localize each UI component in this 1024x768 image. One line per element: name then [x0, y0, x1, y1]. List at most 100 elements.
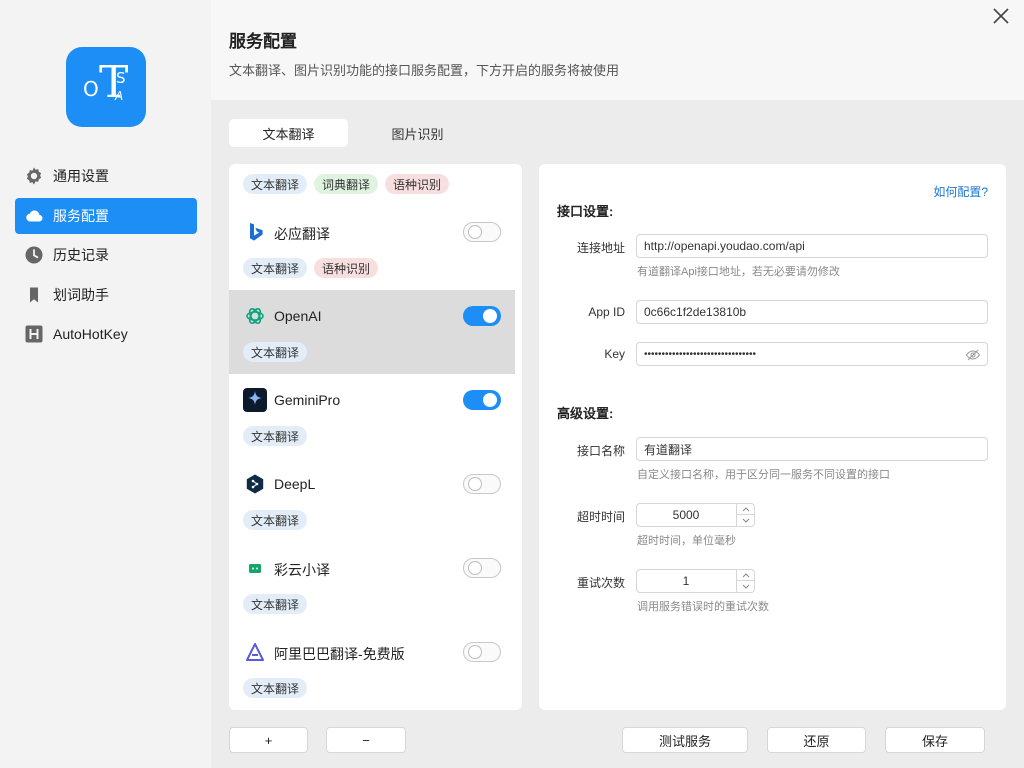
sidebar-item-service[interactable]: 服务配置 — [15, 198, 197, 234]
key-field[interactable]: •••••••••••••••••••••••••••••••• — [636, 342, 988, 366]
autohotkey-icon — [24, 324, 44, 344]
tag: 文本翻译 — [243, 678, 308, 698]
service-list: 文本翻译 词典翻译 语种识别 必应翻译 文本翻译 语种识别 OpenAI 文本翻… — [229, 164, 522, 710]
logo-letter-a: A — [115, 89, 124, 103]
appid-field[interactable]: 0c66c1f2de13810b — [636, 300, 988, 324]
logo-letter-o: O — [83, 77, 99, 101]
bookmark-icon — [24, 285, 44, 305]
list-item[interactable]: 必应翻译 文本翻译 语种识别 — [229, 206, 515, 290]
service-toggle[interactable] — [463, 390, 501, 410]
tag-group: 文本翻译 — [243, 426, 308, 446]
gear-icon — [24, 166, 44, 186]
page-title: 服务配置 — [229, 32, 297, 51]
openai-icon — [243, 304, 267, 328]
timeout-label: 超时时间 — [576, 510, 625, 524]
gemini-icon — [243, 388, 267, 412]
service-toggle[interactable] — [463, 474, 501, 494]
tag-group: 文本翻译 语种识别 — [243, 258, 379, 278]
sidebar-item-autohotkey[interactable]: AutoHotKey — [15, 316, 197, 352]
chevron-down-icon[interactable] — [736, 515, 754, 526]
sidebar-item-label: 划词助手 — [53, 287, 109, 303]
sidebar-item-hotword[interactable]: 划词助手 — [15, 277, 197, 313]
key-value: •••••••••••••••••••••••••••••••• — [644, 348, 757, 360]
list-item[interactable]: 阿里巴巴翻译-免费版 文本翻译 — [229, 626, 515, 710]
save-button[interactable]: 保存 — [885, 727, 985, 753]
url-label: 连接地址 — [576, 241, 625, 255]
service-name: OpenAI — [274, 308, 322, 324]
service-name: 必应翻译 — [274, 226, 330, 242]
sidebar-item-history[interactable]: 历史记录 — [15, 237, 197, 273]
service-toggle[interactable] — [463, 222, 501, 242]
clock-icon — [24, 245, 44, 265]
page-subtitle: 文本翻译、图片识别功能的接口服务配置，下方开启的服务将被使用 — [229, 63, 620, 78]
sidebar-item-label: 服务配置 — [53, 208, 109, 224]
eye-off-icon[interactable] — [965, 347, 981, 363]
main-panel: 服务配置 文本翻译、图片识别功能的接口服务配置，下方开启的服务将被使用 文本翻译… — [211, 0, 1024, 768]
timeout-value: 5000 — [672, 508, 700, 522]
name-label: 接口名称 — [576, 444, 625, 458]
timeout-stepper[interactable]: 5000 — [636, 503, 755, 527]
tag: 文本翻译 — [243, 510, 308, 530]
service-toggle[interactable] — [463, 558, 501, 578]
retry-stepper[interactable]: 1 — [636, 569, 755, 593]
tag-group: 文本翻译 — [243, 678, 308, 698]
page-header: 服务配置 文本翻译、图片识别功能的接口服务配置，下方开启的服务将被使用 — [211, 0, 1024, 100]
chevron-up-icon[interactable] — [736, 504, 754, 515]
url-hint: 有道翻译Api接口地址，若无必要请勿修改 — [637, 266, 840, 278]
name-field[interactable]: 有道翻译 — [636, 437, 988, 461]
sidebar-item-label: 通用设置 — [53, 168, 109, 184]
service-toggle[interactable] — [463, 642, 501, 662]
retry-label: 重试次数 — [576, 576, 625, 590]
list-item[interactable]: GeminiPro 文本翻译 — [229, 374, 515, 458]
settings-panel: 如何配置? 接口设置: 连接地址 http://openapi.youdao.c… — [539, 164, 1006, 710]
sidebar-item-label: 历史记录 — [53, 247, 109, 263]
tab-image-recognition[interactable]: 图片识别 — [358, 119, 477, 147]
tag-group: 文本翻译 — [243, 594, 308, 614]
tag: 词典翻译 — [314, 174, 379, 194]
service-name: DeepL — [274, 476, 316, 492]
retry-value: 1 — [682, 574, 690, 588]
tag-group: 文本翻译 词典翻译 语种识别 — [243, 174, 450, 194]
logo-letter-s: S — [116, 69, 126, 87]
bing-icon — [243, 220, 267, 244]
key-label: Key — [604, 347, 625, 361]
list-item[interactable]: 文本翻译 词典翻译 语种识别 — [229, 164, 515, 206]
add-service-button[interactable]: + — [229, 727, 308, 753]
list-item[interactable]: 彩云小译 文本翻译 — [229, 542, 515, 626]
reset-button[interactable]: 还原 — [767, 727, 866, 753]
url-field[interactable]: http://openapi.youdao.com/api — [636, 234, 988, 258]
tag: 文本翻译 — [243, 426, 308, 446]
chevron-down-icon[interactable] — [736, 581, 754, 592]
chevron-up-icon[interactable] — [736, 570, 754, 581]
close-icon[interactable] — [990, 5, 1012, 27]
service-name: 阿里巴巴翻译-免费版 — [274, 646, 405, 662]
tag: 语种识别 — [314, 258, 379, 278]
retry-hint: 调用服务错误时的重试次数 — [637, 601, 769, 613]
alibaba-icon — [243, 640, 267, 664]
sidebar-item-general[interactable]: 通用设置 — [15, 158, 197, 194]
tag: 文本翻译 — [243, 342, 308, 362]
tag: 文本翻译 — [243, 258, 308, 278]
howto-link[interactable]: 如何配置? — [933, 183, 988, 200]
caiyun-icon — [243, 556, 267, 580]
remove-service-button[interactable]: − — [326, 727, 406, 753]
sidebar-item-label: AutoHotKey — [53, 326, 128, 342]
tab-text-translate[interactable]: 文本翻译 — [229, 119, 348, 147]
list-item[interactable]: DeepL 文本翻译 — [229, 458, 515, 542]
tag: 文本翻译 — [243, 174, 308, 194]
tag-group: 文本翻译 — [243, 342, 308, 362]
api-section-title: 接口设置: — [557, 204, 614, 219]
sidebar: O T S A 通用设置 服务配置 历史记录 划词助手 AutoHotKey — [0, 0, 211, 768]
test-service-button[interactable]: 测试服务 — [622, 727, 748, 753]
app-logo: O T S A — [66, 47, 146, 127]
tag: 文本翻译 — [243, 594, 308, 614]
deepl-icon — [243, 472, 267, 496]
appid-label: App ID — [588, 305, 625, 319]
tag: 语种识别 — [385, 174, 450, 194]
advanced-section-title: 高级设置: — [557, 406, 614, 421]
list-item[interactable]: OpenAI 文本翻译 — [229, 290, 515, 374]
tag-group: 文本翻译 — [243, 510, 308, 530]
cloud-icon — [24, 206, 44, 226]
service-name: 彩云小译 — [274, 562, 330, 578]
service-toggle[interactable] — [463, 306, 501, 326]
